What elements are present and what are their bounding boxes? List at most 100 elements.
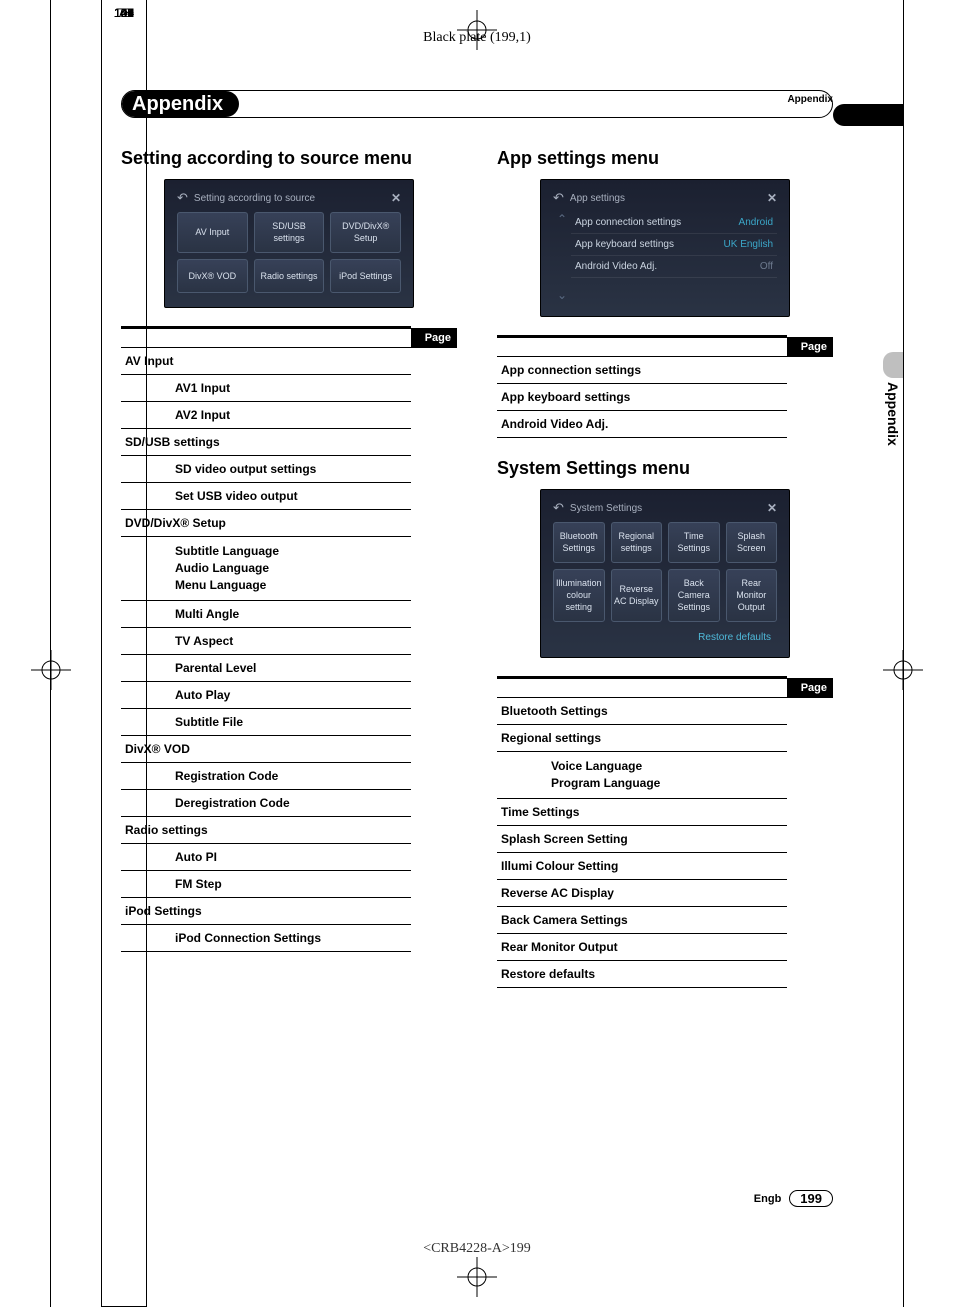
screenshot-button: Reverse AC Display: [611, 569, 662, 622]
table-row: Reverse AC Display147: [497, 880, 833, 907]
table-cell-label: Splash Screen Setting: [497, 826, 787, 853]
screenshot-scroll-area: ⌃⌄ App connection settings Android App key…: [553, 212, 777, 302]
page-footer: Engb 199: [754, 1190, 833, 1207]
back-icon: ↶: [553, 500, 564, 516]
left-column: Setting according to source menu ↶ Setti…: [121, 148, 457, 1008]
table-row: Deregistration Code149: [121, 789, 457, 816]
screenshot-title: App settings: [570, 193, 625, 204]
screenshot-title: Setting according to source: [194, 193, 315, 204]
table-cell-label: SD video output settings: [121, 456, 411, 483]
table-row: App connection settings157: [497, 357, 833, 384]
table-cell-label: Voice LanguageProgram Language: [497, 752, 787, 799]
page-number: 199: [789, 1190, 833, 1207]
table-cell-label: Rear Monitor Output: [497, 934, 787, 961]
screenshot-list-row: App keyboard settingsUK English: [571, 234, 777, 256]
screenshot-title: System Settings: [570, 503, 642, 514]
content-area: Appendix Setting according to source men…: [51, 0, 903, 1008]
table-row: Radio settings: [121, 816, 457, 843]
table-header-page: Page: [787, 678, 833, 698]
table-cell-label: AV2 Input: [121, 402, 411, 429]
table-row: Set USB video output148: [121, 483, 457, 510]
row-value: Android: [739, 217, 773, 228]
table-cell-label: App keyboard settings: [497, 384, 787, 411]
screenshot-button: DivX® VOD: [177, 259, 248, 293]
table-cell-page: 167: [101, 0, 147, 1307]
table-row: DVD/DivX® Setup100: [121, 510, 457, 537]
table-cell-label: Registration Code: [121, 762, 411, 789]
system-settings-screenshot: ↶ System Settings ✕ Bluetooth SettingsRe…: [540, 489, 790, 658]
table-header-page: Page: [411, 328, 457, 348]
table-header-blank: [497, 678, 787, 698]
table-cell-label: Auto PI: [121, 843, 411, 870]
table-cell-label: Back Camera Settings: [497, 907, 787, 934]
screenshot-button: Radio settings: [254, 259, 325, 293]
table-row: AV2 Input148: [121, 402, 457, 429]
source-menu-screenshot: ↶ Setting according to source ✕ AV Input…: [164, 179, 414, 308]
table-row: Regional settings: [497, 725, 833, 752]
table-row: Subtitle LanguageAudio LanguageMenu Lang…: [121, 537, 457, 600]
row-label: Android Video Adj.: [575, 261, 657, 272]
screenshot-button: DVD/DivX® Setup: [330, 212, 401, 253]
table-cell-label: Reverse AC Display: [497, 880, 787, 907]
chevron-up-icon: ⌃: [557, 212, 567, 226]
language-code: Engb: [754, 1193, 782, 1205]
table-row: Splash Screen Setting144: [497, 826, 833, 853]
screenshot-list: App connection settings Android App keyboa…: [571, 212, 777, 302]
screenshot-button: Bluetooth Settings: [553, 522, 605, 563]
table-row: SD video output settings148: [121, 456, 457, 483]
table-cell-label: Radio settings: [121, 816, 411, 843]
table-row: Voice LanguageProgram Language144: [497, 752, 833, 799]
table-row: Illumi Colour Setting146: [497, 853, 833, 880]
table-row: Subtitle File102: [121, 708, 457, 735]
table-row: AV1 Input148: [121, 375, 457, 402]
table-cell-label: Restore defaults: [497, 961, 787, 988]
screenshot-button: Splash Screen: [726, 522, 777, 563]
table-cell-label: Regional settings: [497, 725, 787, 752]
row-value: Off: [760, 261, 773, 272]
registration-mark-icon: [31, 650, 71, 690]
table-cell-label: Illumi Colour Setting: [497, 853, 787, 880]
table-row: Auto PI149: [121, 843, 457, 870]
table-cell-label: FM Step: [121, 870, 411, 897]
screenshot-button: AV Input: [177, 212, 248, 253]
side-tab: Appendix: [873, 352, 903, 472]
screenshot-button: Back Camera Settings: [668, 569, 719, 622]
screenshot-button-grid: AV InputSD/USB settingsDVD/DivX® Setup Di…: [177, 212, 401, 293]
table-cell-label: Deregistration Code: [121, 789, 411, 816]
black-tab-marker: [833, 104, 903, 126]
table-row: Bluetooth Settings73: [497, 698, 833, 725]
table-cell-label: App connection settings: [497, 357, 787, 384]
restore-defaults-label: Restore defaults: [553, 626, 777, 643]
close-icon: ✕: [767, 501, 777, 515]
table-row: TV Aspect101: [121, 627, 457, 654]
screenshot-button: Illumination colour setting: [553, 569, 605, 622]
table-header-blank: [497, 337, 787, 357]
table-row: Rear Monitor Output147: [497, 934, 833, 961]
table-cell-label: iPod Connection Settings: [121, 924, 411, 951]
table-row: Registration Code149: [121, 762, 457, 789]
two-column-layout: Setting according to source menu ↶ Setti…: [121, 148, 833, 1008]
table-cell-label: AV1 Input: [121, 375, 411, 402]
screenshot-button: Regional settings: [611, 522, 662, 563]
row-value: UK English: [724, 239, 773, 250]
page-frame: Black plate (199,1) Appendix Appendix Ap…: [50, 0, 904, 1307]
table-row: Parental Level101: [121, 654, 457, 681]
black-plate-label: Black plate (199,1): [51, 30, 903, 46]
side-tab-label: Appendix: [885, 382, 901, 446]
row-label: App connection settings: [575, 217, 681, 228]
table-cell-label: iPod Settings: [121, 897, 411, 924]
app-index-table: Page App connection settings157App keybo…: [497, 335, 833, 438]
document-code: <CRB4228-A>199: [51, 1241, 903, 1257]
source-menu-heading: Setting according to source menu: [121, 148, 457, 169]
table-row: Back Camera Settings161: [497, 907, 833, 934]
scroll-indicator: ⌃⌄: [553, 212, 571, 302]
screenshot-list-row: Android Video Adj. Off: [571, 256, 777, 278]
table-row: DivX® VOD: [121, 735, 457, 762]
screenshot-button-grid: Bluetooth SettingsRegional settingsTime …: [553, 522, 777, 622]
table-cell-label: Time Settings: [497, 799, 787, 826]
screenshot-button: SD/USB settings: [254, 212, 325, 253]
table-cell-label: Bluetooth Settings: [497, 698, 787, 725]
table-header-page: Page: [787, 337, 833, 357]
screenshot-header: ↶ Setting according to source ✕: [177, 190, 401, 212]
back-icon: ↶: [553, 190, 564, 206]
